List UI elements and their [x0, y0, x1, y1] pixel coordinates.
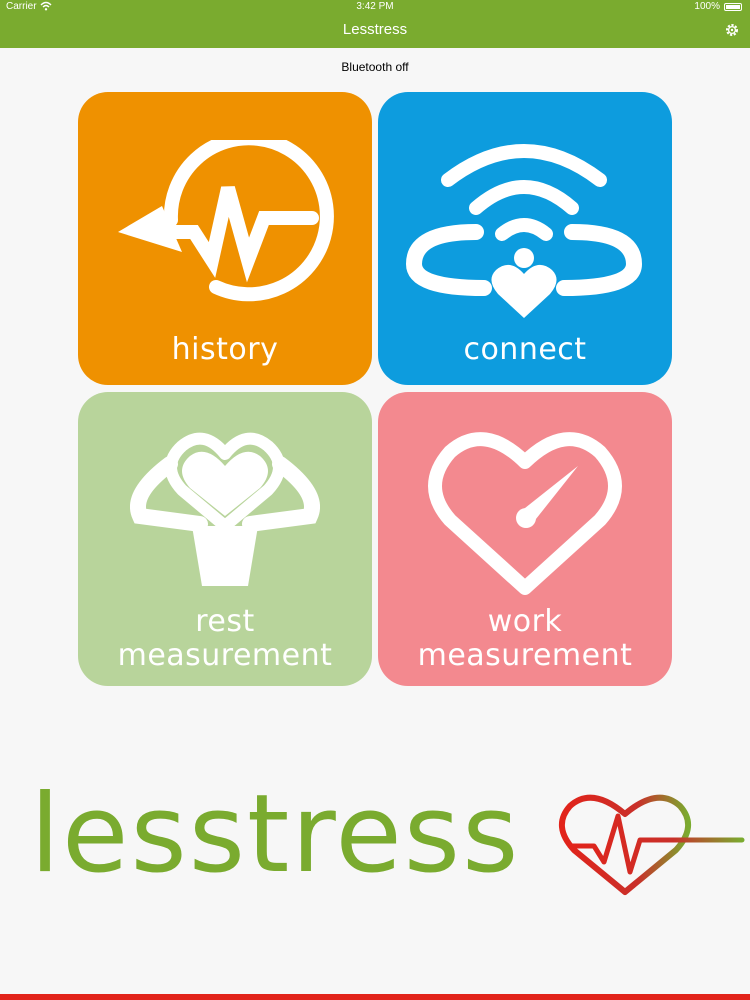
connect-button[interactable]: connect: [378, 92, 672, 385]
history-icon: [118, 140, 334, 302]
relaxing-person-heart-icon: [130, 432, 320, 586]
history-label: history: [171, 332, 279, 367]
gear-icon[interactable]: [724, 22, 740, 38]
bluetooth-status: Bluetooth off: [341, 60, 409, 74]
heart-gauge-icon: [428, 432, 622, 595]
status-time: 3:42 PM: [356, 1, 394, 12]
lesstress-logo: lesstress: [30, 770, 745, 910]
work-label-line2: measurement: [417, 638, 633, 673]
heart-pulse-logo-icon: [559, 794, 745, 895]
work-measurement-button[interactable]: work measurement: [378, 392, 672, 686]
rest-label-line1: rest: [195, 604, 255, 639]
battery-percent: 100%: [694, 1, 720, 12]
battery-icon: [724, 3, 742, 11]
logo-text: lesstress: [30, 772, 521, 897]
status-bar: Carrier 3:42 PM 100%: [0, 0, 750, 14]
wireless-heart-icon: [405, 144, 643, 318]
page-title: Lesstress: [342, 21, 408, 38]
bottom-bar: [0, 994, 750, 1000]
work-label-line1: work: [487, 604, 563, 639]
rest-label-line2: measurement: [117, 638, 333, 673]
connect-label: connect: [463, 332, 587, 367]
rest-measurement-button[interactable]: rest measurement: [78, 392, 372, 686]
history-button[interactable]: history: [78, 92, 372, 385]
nav-bar: Lesstress: [0, 14, 750, 48]
